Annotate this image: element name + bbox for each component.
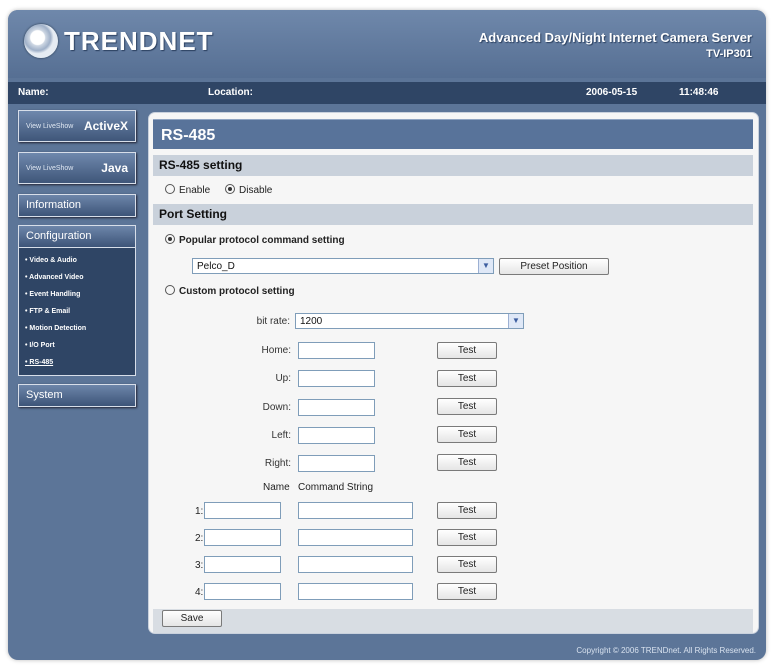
custom-test-button-1[interactable]: Test [437,502,497,519]
custom-command-input-3[interactable] [298,556,413,573]
bitrate-select[interactable]: 1200 ▼ [295,313,524,329]
left-label: Left: [271,430,291,441]
right-command-input[interactable] [298,455,375,472]
custom-protocol-label: Custom protocol setting [179,286,295,297]
preset-position-button[interactable]: Preset Position [499,258,609,275]
config-item-advanced-video[interactable]: • Advanced Video [25,269,135,286]
activex-label: ActiveX [83,119,128,133]
custom-protocol-option[interactable]: Custom protocol setting [165,285,295,297]
page-title: RS-485 [153,119,753,149]
popular-radio-icon[interactable] [165,234,175,245]
popular-protocol-option[interactable]: Popular protocol command setting [165,234,345,246]
row-number: 4: [195,587,204,598]
row-number: 1: [195,506,204,517]
disable-option[interactable]: Disable [225,184,273,196]
custom-command-input-4[interactable] [298,583,413,600]
command-string-column-header: Command String [298,482,374,493]
java-label: Java [101,161,128,175]
config-item-label: Event Handling [29,291,81,298]
row-number: 2: [195,533,204,544]
form-footer [153,609,753,633]
time-display: 11:48:46 [679,87,719,98]
left-test-button[interactable]: Test [437,426,497,443]
java-liveshow-button[interactable]: View LiveShow Java [18,152,136,184]
custom-name-input-1[interactable] [204,502,281,519]
header: TRENDNET Advanced Day/Night Internet Cam… [8,10,766,78]
custom-name-input-2[interactable] [204,529,281,546]
logo-ring-icon [24,24,58,58]
custom-radio-icon[interactable] [165,285,175,296]
disable-radio-icon[interactable] [225,184,235,195]
protocol-select[interactable]: Pelco_D ▼ [192,258,494,274]
copyright-text: Copyright © 2006 TRENDnet. All Rights Re… [576,646,756,655]
custom-test-button-2[interactable]: Test [437,529,497,546]
config-item-label: Motion Detection [29,325,87,332]
save-button[interactable]: Save [162,610,222,627]
rs485-content-panel: RS-485 RS-485 setting Enable Disable Por… [148,112,759,634]
disable-label: Disable [239,185,273,196]
custom-test-button-3[interactable]: Test [437,556,497,573]
up-label: Up: [275,373,291,384]
date-display: 2006-05-15 [586,87,638,98]
home-label: Home: [261,345,291,356]
config-item-ftp-email[interactable]: • FTP & Email [25,303,135,320]
info-bar: Name: Location: 2006-05-15 11:48:46 [8,82,766,104]
right-label: Right: [264,458,291,469]
down-label: Down: [262,402,291,413]
config-item-rs485[interactable]: • RS-485 [25,354,135,371]
information-nav-item[interactable]: Information [18,194,136,217]
down-test-button[interactable]: Test [437,398,497,415]
up-test-button[interactable]: Test [437,370,497,387]
activex-small-label: View LiveShow [26,122,74,130]
chevron-down-icon: ▼ [508,314,523,328]
camera-web-console: TRENDNET Advanced Day/Night Internet Cam… [8,10,766,660]
custom-command-input-1[interactable] [298,502,413,519]
config-item-motion-detection[interactable]: • Motion Detection [25,320,135,337]
right-test-button[interactable]: Test [437,454,497,471]
config-item-label: FTP & Email [29,308,71,315]
protocol-value: Pelco_D [197,261,235,272]
trendnet-logo: TRENDNET [24,24,214,58]
java-small-label: View LiveShow [26,164,74,172]
home-command-input[interactable] [298,342,375,359]
popular-protocol-label: Popular protocol command setting [179,235,345,246]
bitrate-value: 1200 [300,316,323,327]
enable-label: Enable [179,185,211,196]
rs485-setting-section: RS-485 setting [153,155,753,176]
location-label: Location: [208,87,253,98]
home-test-button[interactable]: Test [437,342,497,359]
bitrate-label: bit rate: [256,316,290,327]
configuration-menu: Configuration • Video & Audio • Advanced… [18,225,136,376]
left-command-input[interactable] [298,427,375,444]
config-item-label: I/O Port [29,342,55,349]
custom-command-input-2[interactable] [298,529,413,546]
product-title: Advanced Day/Night Internet Camera Serve… [478,30,752,45]
name-label: Name: [18,87,49,98]
system-nav-item[interactable]: System [18,384,136,407]
config-item-video-audio[interactable]: • Video & Audio [25,252,135,269]
activex-liveshow-button[interactable]: View LiveShow ActiveX [18,110,136,142]
custom-test-button-4[interactable]: Test [437,583,497,600]
custom-name-input-3[interactable] [204,556,281,573]
port-setting-section: Port Setting [153,204,753,225]
config-item-event-handling[interactable]: • Event Handling [25,286,135,303]
enable-radio-icon[interactable] [165,184,175,195]
sidebar: View LiveShow ActiveX View LiveShow Java… [18,110,136,415]
row-number: 3: [195,560,204,571]
down-command-input[interactable] [298,399,375,416]
configuration-nav-item[interactable]: Configuration [19,226,135,248]
logo-text: TRENDNET [64,25,214,56]
enable-option[interactable]: Enable [165,184,211,196]
up-command-input[interactable] [298,370,375,387]
configuration-submenu: • Video & Audio • Advanced Video • Event… [19,248,135,375]
config-item-io-port[interactable]: • I/O Port [25,337,135,354]
name-column-header: Name [263,482,290,493]
custom-name-input-4[interactable] [204,583,281,600]
chevron-down-icon: ▼ [478,259,493,273]
config-item-label: Video & Audio [29,257,77,264]
product-model: TV-IP301 [706,48,752,60]
config-item-label: RS-485 [29,359,54,366]
config-item-label: Advanced Video [29,274,84,281]
